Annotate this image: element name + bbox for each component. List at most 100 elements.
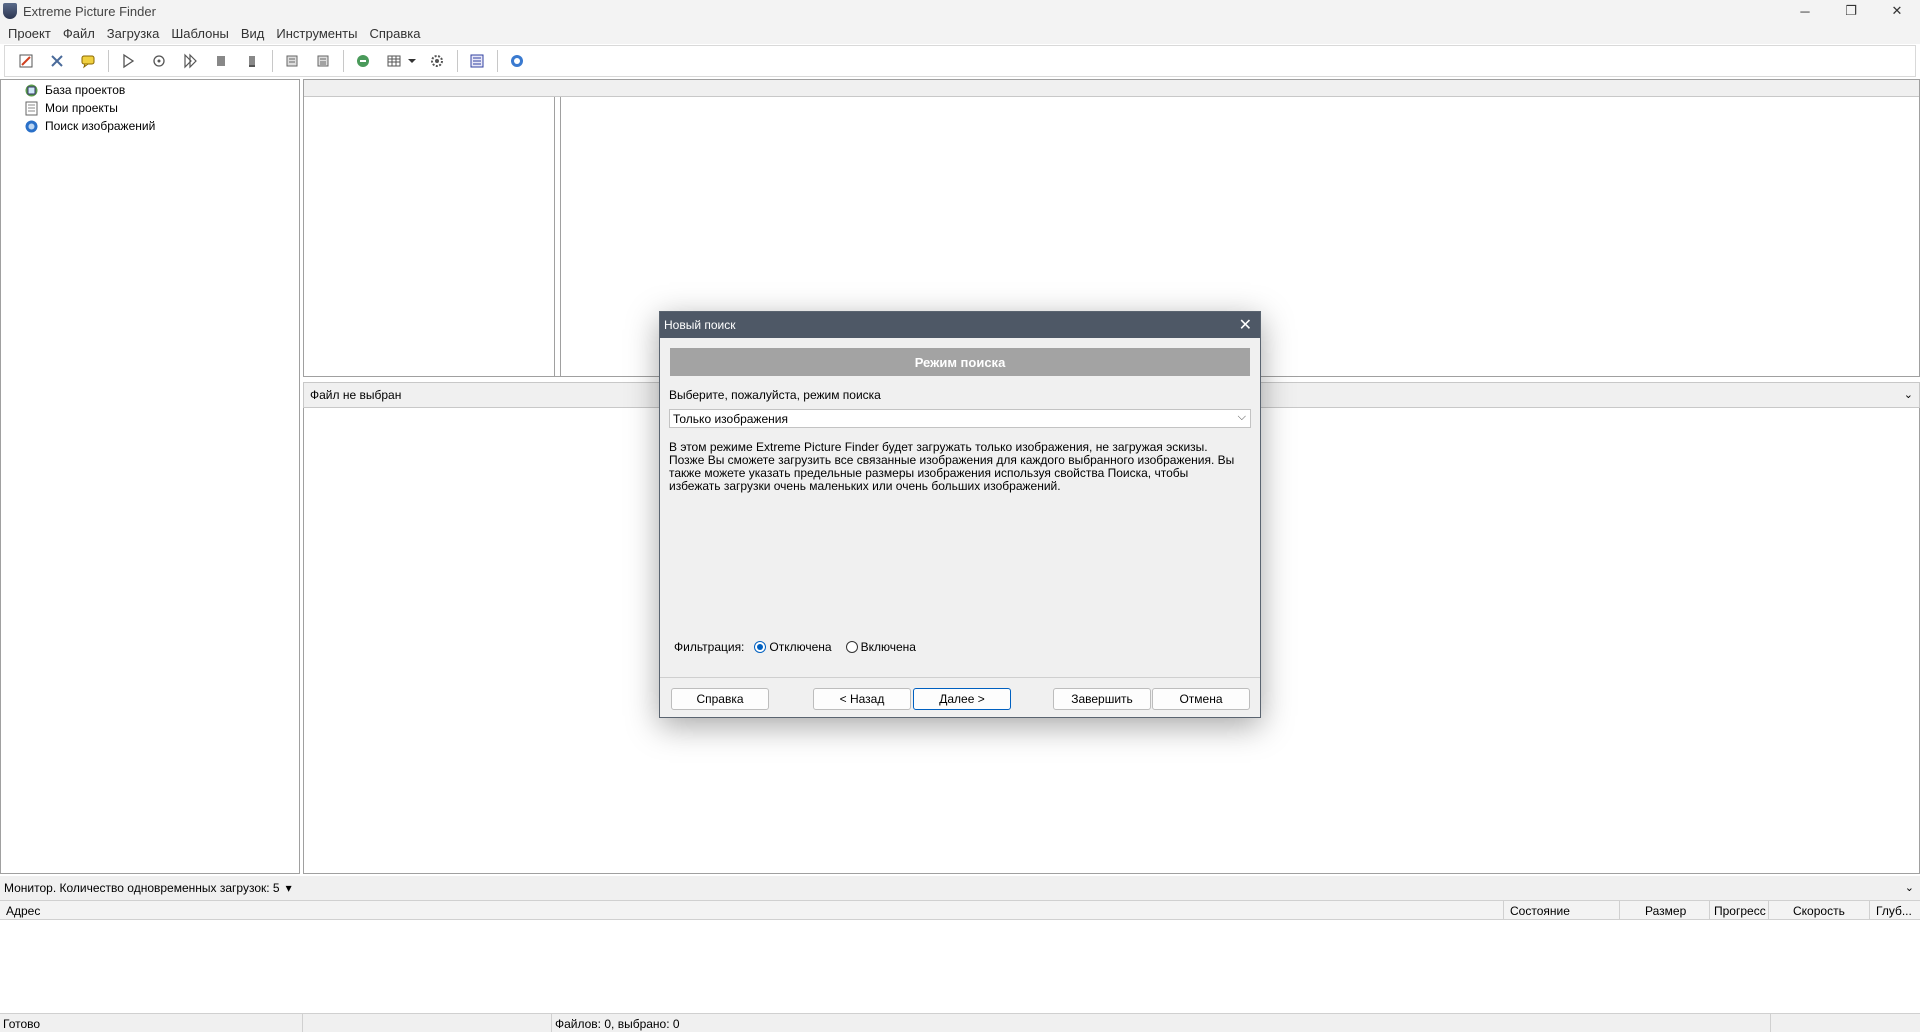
pane-header: [304, 80, 1919, 97]
downloads-list: [0, 921, 1920, 1013]
filter-off-radio[interactable]: [754, 641, 767, 653]
dialog-title: Новый поиск: [664, 318, 736, 332]
refresh-icon: [153, 55, 165, 67]
database-icon: [24, 83, 39, 98]
stop-all-button[interactable]: [241, 50, 263, 72]
close-window-button[interactable]: ✕: [1874, 0, 1920, 22]
toolbar-separator: [497, 50, 498, 72]
menu-tools[interactable]: Инструменты: [270, 26, 363, 41]
tree-item-project-database[interactable]: База проектов: [1, 81, 299, 99]
image-browse-icon: [357, 55, 369, 67]
splitter[interactable]: [558, 97, 561, 376]
column-depth[interactable]: Глуб...: [1876, 904, 1912, 918]
template-icon: [470, 54, 484, 68]
folder-pane: [304, 97, 555, 376]
toolbar-separator: [343, 50, 344, 72]
finish-button[interactable]: Завершить: [1053, 688, 1151, 710]
dialog-divider: [660, 677, 1260, 678]
globe-search-icon: [24, 119, 39, 134]
monitor-label: Монитор. Количество одновременных загруз…: [4, 881, 280, 895]
monitor-bar: Монитор. Количество одновременных загруз…: [0, 876, 1920, 900]
tree-item-my-projects[interactable]: Мои проекты: [1, 99, 299, 117]
column-status[interactable]: Состояние: [1510, 904, 1570, 918]
menu-help[interactable]: Справка: [363, 26, 426, 41]
settings-button[interactable]: [426, 50, 448, 72]
projects-icon: [24, 101, 39, 116]
grid-view-icon: [387, 55, 401, 67]
toolbar-separator: [457, 50, 458, 72]
dropdown-arrow-icon: [408, 59, 416, 63]
status-ready: Готово: [3, 1017, 41, 1031]
browse-button[interactable]: [352, 50, 374, 72]
status-files: Файлов: 0, выбрано: 0: [555, 1017, 680, 1031]
list-icon: [286, 55, 298, 67]
list-all-button[interactable]: [312, 50, 334, 72]
project-tree-panel: База проектов Мои проекты Поиск изображе…: [0, 79, 300, 874]
new-project-button[interactable]: [15, 50, 37, 72]
tree-item-label: База проектов: [45, 83, 126, 97]
column-address[interactable]: Адрес: [6, 904, 40, 918]
title-bar: Extreme Picture Finder ─ ❐ ✕: [0, 0, 1920, 22]
chevron-down-icon[interactable]: ⌄: [1904, 388, 1913, 401]
status-bar: Готово Файлов: 0, выбрано: 0: [0, 1013, 1920, 1032]
app-icon: [3, 3, 17, 19]
filter-on-radio[interactable]: [845, 641, 858, 653]
comment-button[interactable]: [77, 50, 99, 72]
menu-view[interactable]: Вид: [235, 26, 271, 41]
list-all-icon: [317, 55, 329, 67]
tree-item-label: Мои проекты: [45, 101, 118, 115]
window-title: Extreme Picture Finder: [23, 3, 156, 19]
gear-icon: [431, 55, 443, 67]
filter-options: Фильтрация: Отключена Включена: [674, 640, 916, 654]
start-button[interactable]: [117, 50, 139, 72]
menu-bar: Проект Файл Загрузка Шаблоны Вид Инструм…: [0, 22, 1920, 44]
filter-label: Фильтрация:: [674, 640, 745, 654]
edit-icon: [19, 54, 33, 68]
toolbar: [4, 45, 1916, 77]
help-icon: [511, 55, 523, 67]
help-button[interactable]: [506, 50, 528, 72]
step-button[interactable]: [179, 50, 201, 72]
menu-templates[interactable]: Шаблоны: [165, 26, 235, 41]
speech-bubble-icon: [81, 55, 95, 69]
list-button[interactable]: [281, 50, 303, 72]
stop-all-icon: [249, 56, 255, 67]
next-button[interactable]: Далее >: [913, 688, 1011, 710]
filter-off-label[interactable]: Отключена: [769, 640, 831, 654]
search-mode-value: Только изображения: [673, 411, 788, 426]
minimize-button[interactable]: ─: [1782, 0, 1828, 22]
stop-button[interactable]: [210, 50, 232, 72]
column-speed[interactable]: Скорость: [1793, 904, 1845, 918]
refresh-button[interactable]: [148, 50, 170, 72]
toolbar-separator: [108, 50, 109, 72]
dialog-title-bar: Новый поиск ✕: [660, 312, 1260, 338]
search-mode-select[interactable]: Только изображения ⌵: [669, 409, 1251, 428]
new-search-dialog: Новый поиск ✕ Режим поиска Выберите, пож…: [659, 311, 1261, 718]
concurrent-downloads-dropdown[interactable]: ▾: [286, 881, 292, 895]
stop-icon: [217, 56, 225, 66]
back-button[interactable]: < Назад: [813, 688, 911, 710]
file-status-label: Файл не выбран: [310, 388, 402, 402]
close-icon[interactable]: ✕: [1239, 315, 1252, 335]
search-mode-prompt: Выберите, пожалуйста, режим поиска: [669, 388, 881, 402]
menu-project[interactable]: Проект: [2, 26, 57, 41]
filter-on-label[interactable]: Включена: [861, 640, 916, 654]
project-properties-button[interactable]: [46, 50, 68, 72]
menu-file[interactable]: Файл: [57, 26, 101, 41]
dialog-banner: Режим поиска: [670, 348, 1250, 376]
step-icon: [184, 53, 197, 69]
chevron-down-icon[interactable]: ⌄: [1905, 881, 1914, 894]
view-mode-button[interactable]: [383, 50, 405, 72]
cancel-button[interactable]: Отмена: [1152, 688, 1250, 710]
maximize-button[interactable]: ❐: [1828, 0, 1874, 22]
tools-icon: [51, 55, 63, 67]
tree-item-label: Поиск изображений: [45, 119, 156, 133]
search-mode-description: В этом режиме Extreme Picture Finder буд…: [669, 440, 1235, 493]
column-size[interactable]: Размер: [1645, 904, 1686, 918]
column-progress[interactable]: Прогресс: [1714, 904, 1766, 918]
menu-download[interactable]: Загрузка: [101, 26, 166, 41]
view-mode-dropdown[interactable]: [407, 50, 417, 72]
tree-item-image-search[interactable]: Поиск изображений: [1, 117, 299, 135]
templates-button[interactable]: [466, 50, 488, 72]
help-dialog-button[interactable]: Справка: [671, 688, 769, 710]
